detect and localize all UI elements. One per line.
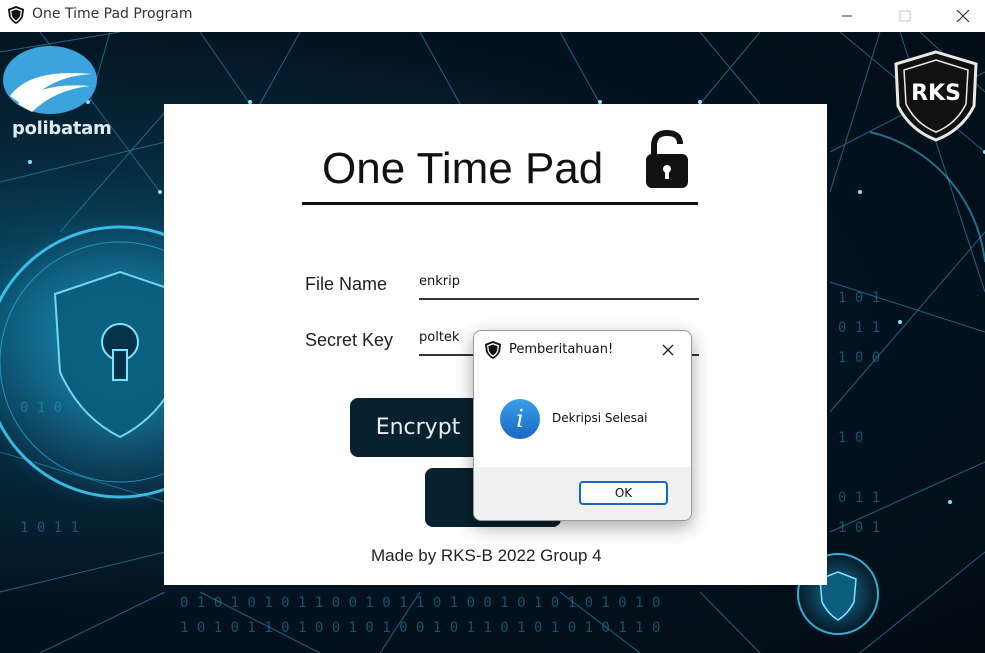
close-button[interactable]	[934, 0, 985, 32]
dialog-message: Dekripsi Selesai	[552, 411, 648, 425]
lock-icon	[646, 130, 688, 188]
svg-text:0 1 0 1 0 1 0 1 1 0 0 1 0 1 1: 0 1 0 1 0 1 0 1 1 0 0 1 0 1 1 0 1 0 0 1 …	[180, 595, 660, 611]
minimize-button[interactable]	[818, 0, 876, 32]
rks-shield-logo: RKS	[894, 50, 978, 142]
dialog-close-button[interactable]	[654, 337, 682, 363]
file-name-input[interactable]	[419, 268, 699, 294]
app-heading: One Time Pad	[322, 144, 604, 193]
svg-text:0 1 1: 0 1 1	[838, 320, 880, 336]
maximize-button[interactable]	[876, 0, 934, 32]
minimize-icon	[842, 15, 852, 17]
credits-footer: Made by RKS-B 2022 Group 4	[371, 546, 602, 565]
svg-text:1 0 1: 1 0 1	[838, 290, 880, 306]
notification-dialog: Pemberitahuan! i Dekripsi Selesai OK	[473, 330, 692, 521]
app-shield-icon	[8, 6, 24, 24]
svg-text:1 0: 1 0	[838, 430, 863, 446]
svg-text:RKS: RKS	[911, 81, 961, 106]
info-icon: i	[500, 399, 540, 439]
close-icon	[662, 344, 674, 356]
ok-button[interactable]: OK	[579, 481, 668, 505]
heading-underline	[302, 202, 698, 205]
dialog-title: Pemberitahuan!	[509, 342, 614, 357]
close-icon	[956, 9, 970, 23]
maximize-icon	[899, 10, 911, 22]
title-bar: One Time Pad Program	[0, 0, 985, 32]
svg-text:1 0 1 0 1 1 0 1 0 0 1 0 1 0 0: 1 0 1 0 1 1 0 1 0 0 1 0 1 0 0 1 0 1 1 0 …	[180, 620, 660, 636]
secret-key-label: Secret Key	[305, 330, 394, 350]
encrypt-button[interactable]: Encrypt	[350, 398, 486, 457]
window-title: One Time Pad Program	[32, 6, 193, 22]
svg-text:1 0 1 1: 1 0 1 1	[20, 520, 79, 536]
svg-text:1 0 1: 1 0 1	[838, 520, 880, 536]
dialog-footer: OK	[474, 467, 691, 520]
dialog-shield-icon	[485, 341, 501, 359]
svg-text:0 1 1: 0 1 1	[838, 490, 880, 506]
file-name-field-wrapper	[419, 268, 699, 300]
file-name-label: File Name	[305, 274, 388, 294]
polibatam-logo-text: polibatam	[12, 118, 112, 139]
svg-text:1 0 0: 1 0 0	[838, 350, 880, 366]
